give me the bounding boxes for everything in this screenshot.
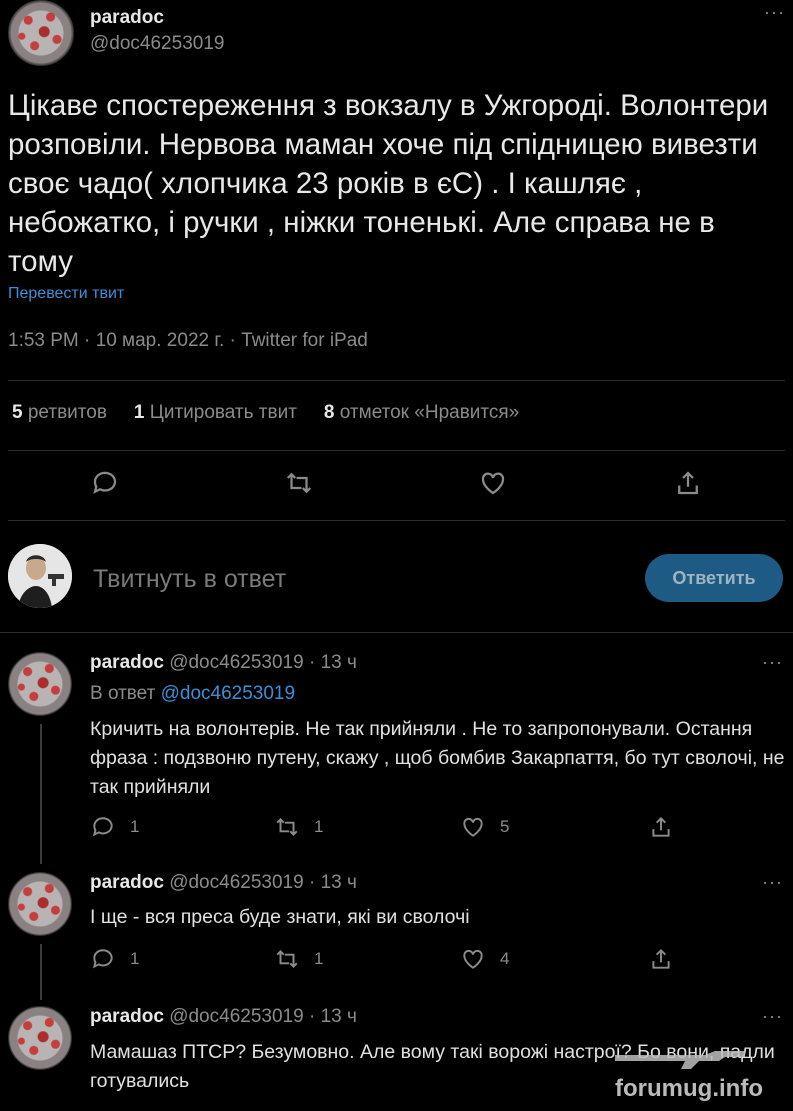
retweet-icon [276, 818, 298, 836]
reply-tweet: paradoc @doc46253019 · 13 ч ··· В ответ … [0, 652, 793, 842]
like-action[interactable]: 5 [460, 814, 509, 840]
reply-icon [92, 949, 113, 969]
in-reply-to: В ответ @doc46253019 [90, 683, 296, 704]
reply-icon[interactable] [90, 468, 120, 503]
retweet-icon [276, 950, 298, 968]
tweet-actions [0, 468, 793, 504]
reply-author-handle[interactable]: @doc46253019 [169, 1006, 303, 1027]
share-action[interactable] [648, 814, 674, 840]
reply-count: 1 [130, 817, 140, 836]
author-avatar[interactable] [8, 0, 74, 66]
reply-header: paradoc @doc46253019 · 13 ч [90, 1006, 357, 1028]
tweet-text: Цікаве спостереження з вокзалу в Ужгород… [8, 89, 769, 278]
reply-author-name[interactable]: paradoc [90, 1006, 164, 1027]
reply-composer: Твитнуть в ответ Ответить [0, 540, 793, 620]
separator-dot: · [308, 652, 316, 673]
share-action[interactable] [648, 946, 674, 972]
main-tweet-header: paradoc @doc46253019 ··· [8, 0, 793, 66]
reply-icon [92, 817, 113, 837]
reply-avatar[interactable] [8, 652, 72, 716]
divider [8, 520, 785, 521]
divider [8, 450, 785, 451]
reply-text: Кричить на волонтерів. Не так прийняли .… [90, 718, 785, 798]
more-icon[interactable]: ··· [762, 872, 783, 893]
reply-header: paradoc @doc46253019 · 13 ч [90, 872, 357, 894]
reply-time[interactable]: 13 ч [321, 872, 357, 893]
more-icon[interactable]: ··· [762, 1006, 783, 1027]
retweets-stat[interactable]: 5 ретвитов [12, 402, 107, 424]
share-icon[interactable] [673, 468, 703, 503]
more-icon[interactable]: ··· [764, 2, 785, 23]
reply-time[interactable]: 13 ч [321, 652, 357, 673]
retweet-action[interactable]: 1 [274, 946, 323, 972]
reply-input[interactable]: Твитнуть в ответ [93, 565, 286, 594]
reply-tweet: paradoc @doc46253019 · 13 ч ··· І ще - в… [0, 872, 793, 982]
in-reply-handle-link[interactable]: @doc46253019 [161, 683, 295, 704]
reply-button[interactable]: Ответить [645, 554, 783, 602]
reply-action[interactable]: 1 [90, 814, 139, 840]
separator-dot: · [308, 872, 316, 893]
reply-author-handle[interactable]: @doc46253019 [169, 652, 303, 673]
reply-author-name[interactable]: paradoc [90, 652, 164, 673]
divider [8, 380, 785, 381]
rifle-watermark-icon [615, 1051, 745, 1069]
reply-avatar[interactable] [8, 872, 72, 936]
like-action[interactable]: 4 [460, 946, 509, 972]
retweet-count: 1 [314, 949, 324, 968]
reply-avatar[interactable] [8, 1006, 72, 1070]
watermark: forumug.info [615, 1075, 763, 1102]
reply-actions: 1 1 5 [90, 814, 770, 844]
like-count: 4 [500, 949, 510, 968]
reply-action[interactable]: 1 [90, 946, 139, 972]
reply-author-handle[interactable]: @doc46253019 [169, 872, 303, 893]
share-icon [652, 816, 670, 837]
reply-author-name[interactable]: paradoc [90, 872, 164, 893]
like-icon [463, 817, 483, 837]
reply-header: paradoc @doc46253019 · 13 ч [90, 652, 357, 674]
tweet-meta[interactable]: 1:53 PM · 10 мар. 2022 г. · Twitter for … [8, 330, 368, 352]
retweet-count: 1 [314, 817, 324, 836]
share-icon [652, 948, 670, 969]
translate-link[interactable]: Перевести твит [8, 285, 124, 303]
like-icon[interactable] [478, 468, 508, 503]
retweet-action[interactable]: 1 [274, 814, 323, 840]
divider [0, 632, 793, 633]
reply-actions: 1 1 4 [90, 946, 770, 976]
like-icon [463, 949, 483, 969]
author-name[interactable]: paradoc [90, 7, 164, 29]
author-handle[interactable]: @doc46253019 [90, 33, 224, 55]
user-avatar[interactable] [8, 544, 72, 608]
reply-time[interactable]: 13 ч [321, 1006, 357, 1027]
quotes-stat[interactable]: 1 Цитировать твит [134, 402, 297, 424]
retweet-icon[interactable] [284, 468, 314, 503]
separator-dot: · [308, 1006, 316, 1027]
reply-text: І ще - вся преса буде знати, які ви свол… [90, 906, 470, 928]
tweet-stats: 5 ретвитов 1 Цитировать твит 8 отметок «… [12, 402, 546, 424]
more-icon[interactable]: ··· [762, 652, 783, 673]
like-count: 5 [500, 817, 510, 836]
reply-count: 1 [130, 949, 140, 968]
likes-stat[interactable]: 8 отметок «Нравится» [324, 402, 519, 424]
